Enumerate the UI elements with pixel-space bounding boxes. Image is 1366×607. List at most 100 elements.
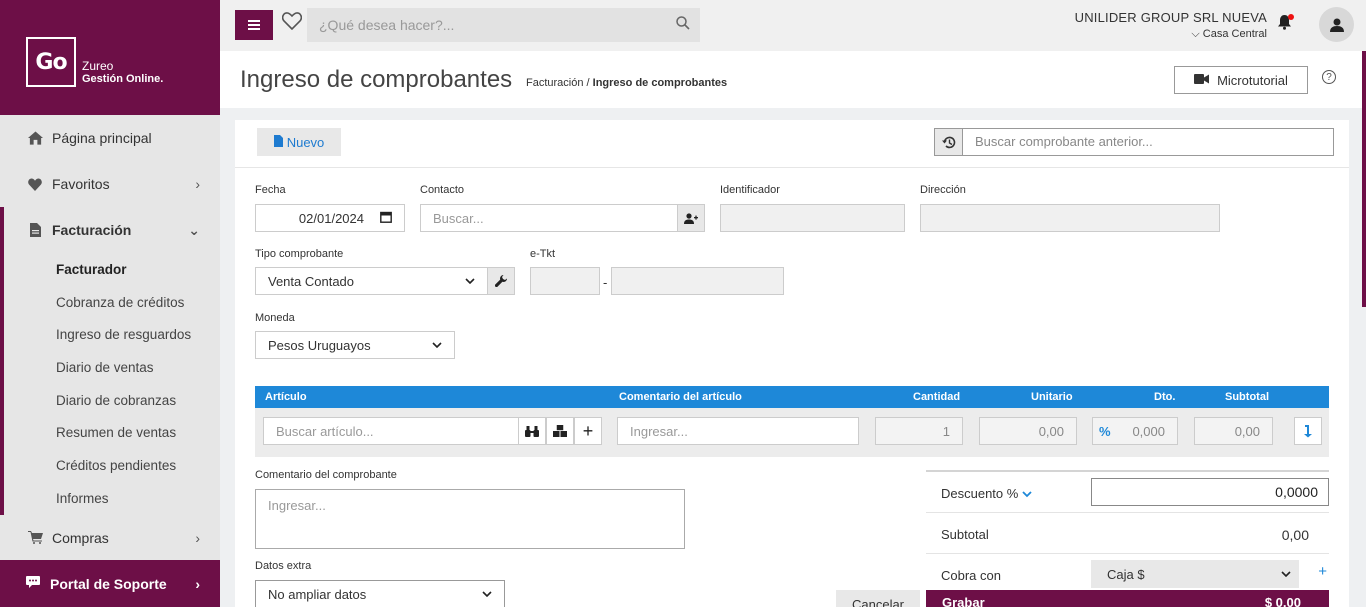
brand-line2: Gestión Online. bbox=[82, 73, 164, 85]
sidebar-item-facturacion[interactable]: Facturación ⌄ bbox=[4, 207, 220, 253]
add-payment-icon[interactable]: + bbox=[1318, 563, 1327, 580]
cart-icon bbox=[26, 531, 44, 544]
sidebar-item-home[interactable]: Página principal bbox=[0, 115, 220, 161]
sidebar-subitem-diario-cobranzas[interactable]: Diario de cobranzas bbox=[4, 384, 220, 417]
chevron-down-icon bbox=[1022, 491, 1032, 498]
comentario-articulo-input[interactable]: Ingresar... bbox=[617, 417, 859, 445]
nuevo-label: Nuevo bbox=[286, 134, 325, 150]
topbar: ¿Qué desea hacer?... UNILIDER GROUP SRL … bbox=[220, 0, 1366, 51]
document-icon bbox=[26, 223, 44, 237]
sidebar-subitem-resumen-ventas[interactable]: Resumen de ventas bbox=[4, 416, 220, 449]
company-selector[interactable]: UNILIDER GROUP SRL NUEVA ⌵ Casa Central bbox=[1075, 10, 1267, 41]
subtotal-row: Subtotal 0,00 bbox=[926, 513, 1329, 554]
chevron-down-icon: ⌄ bbox=[188, 221, 200, 238]
grabar-label: Grabar bbox=[942, 595, 985, 607]
main-panel: Nuevo Buscar comprobante anterior... Fec… bbox=[235, 120, 1349, 607]
sidebar-subitem-informes[interactable]: Informes bbox=[4, 482, 220, 515]
cobra-con-select[interactable]: Caja $ bbox=[1091, 560, 1299, 588]
sidebar-item-compras[interactable]: Compras › bbox=[0, 515, 220, 555]
cancel-button[interactable]: Cancelar bbox=[836, 590, 920, 607]
sidebar-item-label: Compras bbox=[52, 529, 109, 546]
articulo-search-input[interactable]: Buscar artículo... bbox=[263, 417, 519, 445]
previous-receipt-search[interactable]: Buscar comprobante anterior... bbox=[934, 128, 1334, 156]
grabar-button[interactable]: Grabar $ 0,00 bbox=[926, 590, 1329, 607]
microtutorial-button[interactable]: Microtutorial bbox=[1174, 66, 1308, 94]
wrench-icon bbox=[495, 275, 507, 287]
add-contact-button[interactable] bbox=[677, 204, 705, 232]
datos-extra-select[interactable]: No ampliar datos bbox=[255, 580, 505, 607]
col-cantidad: Cantidad bbox=[913, 391, 961, 403]
plus-icon: + bbox=[582, 420, 594, 441]
breadcrumb-parent[interactable]: Facturación bbox=[526, 77, 583, 89]
chevron-down-icon bbox=[1281, 571, 1291, 577]
page-scrollbar[interactable] bbox=[1362, 51, 1366, 307]
contacto-label: Contacto bbox=[420, 184, 465, 196]
cobra-con-row: Cobra con Caja $ + bbox=[926, 554, 1329, 595]
col-comentario: Comentario del artículo bbox=[619, 391, 742, 403]
user-avatar[interactable] bbox=[1319, 7, 1354, 42]
global-search-input[interactable]: ¿Qué desea hacer?... bbox=[307, 8, 700, 42]
articles-table-header: Artículo Comentario del artículo Cantida… bbox=[255, 386, 1329, 408]
catalog-button[interactable] bbox=[546, 417, 574, 445]
percent-icon[interactable]: % bbox=[1099, 424, 1111, 439]
binoculars-icon bbox=[525, 425, 539, 437]
comentario-comprobante-label: Comentario del comprobante bbox=[255, 469, 397, 481]
notifications-button[interactable] bbox=[1278, 14, 1294, 34]
configure-button[interactable] bbox=[487, 267, 515, 295]
home-icon bbox=[26, 131, 44, 145]
calendar-icon[interactable] bbox=[380, 211, 392, 226]
subtotal-label: Subtotal bbox=[941, 527, 989, 542]
search-icon[interactable] bbox=[676, 16, 690, 34]
direccion-field bbox=[920, 204, 1220, 232]
subtotal-row-value: 0,00 bbox=[1194, 417, 1273, 445]
sidebar-subitem-cobranza[interactable]: Cobranza de créditos bbox=[4, 286, 220, 319]
unitario-input[interactable]: 0,00 bbox=[979, 417, 1077, 445]
tipo-comprobante-label: Tipo comprobante bbox=[255, 248, 344, 260]
comentario-comprobante-textarea[interactable]: Ingresar... bbox=[255, 489, 685, 549]
col-subtotal: Subtotal bbox=[1225, 391, 1269, 403]
insert-row-button[interactable] bbox=[1294, 417, 1322, 445]
sidebar-subitem-diario-ventas[interactable]: Diario de ventas bbox=[4, 351, 220, 384]
favorites-heart-button[interactable] bbox=[281, 12, 303, 36]
cantidad-input[interactable]: 1 bbox=[875, 417, 963, 445]
sidebar-item-label: Facturación bbox=[52, 222, 132, 238]
history-icon[interactable] bbox=[935, 129, 963, 155]
descuento-toggle[interactable]: Descuento % bbox=[941, 486, 1032, 501]
dto-input[interactable]: % 0,000 bbox=[1092, 417, 1178, 445]
identificador-field bbox=[720, 204, 905, 232]
file-icon bbox=[273, 134, 283, 150]
sidebar-subitem-resguardos[interactable]: Ingreso de resguardos bbox=[4, 318, 220, 351]
fecha-field[interactable]: 02/01/2024 bbox=[255, 204, 405, 232]
binoculars-button[interactable] bbox=[518, 417, 546, 445]
descuento-input[interactable]: 0,0000 bbox=[1091, 478, 1329, 506]
brand-text: Zureo Gestión Online. bbox=[82, 60, 163, 86]
moneda-value: Pesos Uruguayos bbox=[268, 337, 371, 353]
etkt-separator: - bbox=[603, 275, 608, 290]
sidebar-subitem-facturador[interactable]: Facturador bbox=[4, 253, 220, 286]
hamburger-menu-button[interactable] bbox=[235, 10, 273, 40]
hamburger-icon bbox=[248, 20, 260, 30]
panel-toolbar: Nuevo Buscar comprobante anterior... bbox=[235, 120, 1349, 168]
brand-header: Go Zureo Gestión Online. bbox=[0, 0, 220, 115]
moneda-select[interactable]: Pesos Uruguayos bbox=[255, 331, 455, 359]
branch-name: ⌵ Casa Central bbox=[1075, 28, 1267, 41]
sidebar-item-label: Portal de Soporte bbox=[50, 575, 167, 592]
fecha-value: 02/01/2024 bbox=[298, 210, 364, 226]
etkt-serie-field bbox=[530, 267, 600, 295]
help-icon[interactable]: ? bbox=[1322, 70, 1336, 84]
direccion-label: Dirección bbox=[920, 184, 966, 196]
user-plus-icon bbox=[684, 212, 698, 224]
heart-icon bbox=[26, 177, 44, 191]
dto-value: 0,000 bbox=[1132, 423, 1165, 439]
add-article-button[interactable]: + bbox=[574, 417, 602, 445]
sidebar-item-portal-soporte[interactable]: Portal de Soporte › bbox=[0, 560, 220, 607]
sidebar-item-favoritos[interactable]: Favoritos › bbox=[0, 161, 220, 207]
nuevo-button[interactable]: Nuevo bbox=[257, 128, 341, 156]
col-dto: Dto. bbox=[1154, 391, 1176, 403]
heart-outline-icon bbox=[281, 12, 303, 31]
arrow-down-icon bbox=[1304, 425, 1312, 438]
sidebar-subitem-creditos[interactable]: Créditos pendientes bbox=[4, 449, 220, 482]
contacto-input[interactable]: Buscar... bbox=[420, 204, 678, 232]
logo[interactable]: Go bbox=[26, 37, 76, 87]
tipo-comprobante-select[interactable]: Venta Contado bbox=[255, 267, 488, 295]
